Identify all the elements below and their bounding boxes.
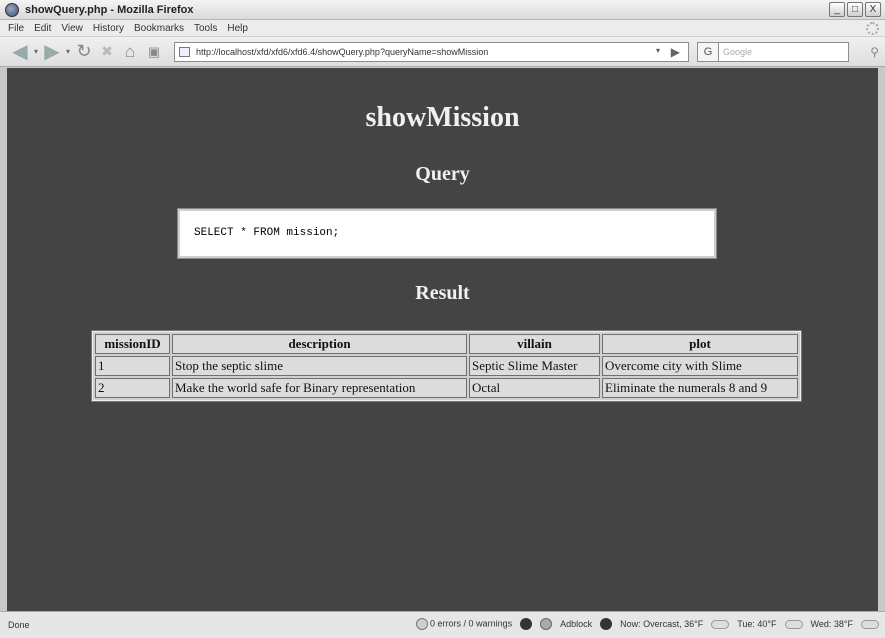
window-title: showQuery.php - Mozilla Firefox bbox=[25, 3, 194, 16]
cloud-icon bbox=[711, 619, 730, 629]
result-heading: Result bbox=[415, 282, 470, 304]
menu-file[interactable]: File bbox=[3, 23, 29, 34]
table-cell: Overcome city with Slime bbox=[602, 356, 798, 376]
forward-arrow-icon[interactable]: ▶ bbox=[40, 41, 64, 63]
table-row: 1 Stop the septic slime Septic Slime Mas… bbox=[95, 356, 798, 376]
menu-history[interactable]: History bbox=[88, 23, 129, 34]
query-heading: Query bbox=[415, 163, 470, 185]
cloud-icon bbox=[784, 619, 803, 629]
weather-status-icon bbox=[600, 618, 613, 630]
check-icon bbox=[415, 618, 428, 630]
firefox-icon bbox=[5, 2, 19, 17]
error-console-status[interactable]: 0 errors / 0 warnings bbox=[415, 618, 513, 630]
table-row: 2 Make the world safe for Binary represe… bbox=[95, 378, 798, 398]
column-header-villain: villain bbox=[469, 334, 600, 354]
menu-edit[interactable]: Edit bbox=[29, 23, 56, 34]
column-header-description: description bbox=[172, 334, 467, 354]
table-cell: Septic Slime Master bbox=[469, 356, 600, 376]
go-arrow-icon[interactable]: ▶ bbox=[671, 45, 680, 59]
table-cell: 2 bbox=[95, 378, 170, 398]
forward-history-dropdown-icon[interactable]: ▾ bbox=[64, 47, 72, 56]
search-engine-selector[interactable]: G bbox=[697, 41, 719, 62]
url-bar[interactable]: http://localhost/xfd/xfd6/xfd6.4/showQue… bbox=[174, 41, 689, 62]
menu-view[interactable]: View bbox=[56, 23, 88, 34]
adblock-label[interactable]: Adblock bbox=[560, 619, 592, 629]
throbber-icon bbox=[866, 22, 879, 35]
table-cell: Octal bbox=[469, 378, 600, 398]
search-magnifier-icon[interactable]: ⚲ bbox=[870, 45, 879, 59]
maximize-button[interactable]: □ bbox=[847, 2, 863, 17]
page-favicon-icon bbox=[179, 46, 190, 57]
back-history-dropdown-icon[interactable]: ▾ bbox=[32, 47, 40, 56]
error-count-text: 0 errors / 0 warnings bbox=[430, 618, 513, 629]
column-header-plot: plot bbox=[602, 334, 798, 354]
new-tab-icon[interactable]: ▣ bbox=[142, 41, 166, 63]
weather-tue[interactable]: Tue: 40°F bbox=[737, 619, 776, 629]
weather-wed[interactable]: Wed: 38°F bbox=[811, 619, 853, 629]
table-cell: Eliminate the numerals 8 and 9 bbox=[602, 378, 798, 398]
query-text: SELECT * FROM mission; bbox=[194, 227, 340, 239]
url-history-dropdown-icon[interactable]: ▾ bbox=[656, 46, 660, 55]
window-controls: _ □ X bbox=[829, 2, 881, 17]
table-cell: Stop the septic slime bbox=[172, 356, 467, 376]
back-arrow-icon[interactable]: ◀ bbox=[8, 41, 32, 63]
close-button[interactable]: X bbox=[865, 2, 881, 17]
column-header-missionid: missionID bbox=[95, 334, 170, 354]
minimize-button[interactable]: _ bbox=[829, 2, 845, 17]
gear-icon[interactable] bbox=[540, 618, 553, 630]
table-cell: Make the world safe for Binary represent… bbox=[172, 378, 467, 398]
cloud-icon bbox=[861, 619, 879, 629]
menu-bar: File Edit View History Bookmarks Tools H… bbox=[0, 20, 885, 37]
status-extensions: 0 errors / 0 warnings Adblock Now: Overc… bbox=[415, 618, 879, 630]
home-icon[interactable]: ⌂ bbox=[118, 41, 142, 63]
menu-help[interactable]: Help bbox=[222, 23, 253, 34]
navigation-toolbar: ◀ ▾ ▶ ▾ ↻ ✖ ⌂ ▣ http://localhost/xfd/xfd… bbox=[0, 37, 885, 67]
window-titlebar: showQuery.php - Mozilla Firefox _ □ X bbox=[0, 0, 885, 20]
weather-now[interactable]: Now: Overcast, 36°F bbox=[620, 619, 703, 629]
page-title: showMission bbox=[365, 102, 520, 133]
query-box: SELECT * FROM mission; bbox=[177, 208, 717, 259]
url-text[interactable]: http://localhost/xfd/xfd6/xfd6.4/showQue… bbox=[196, 47, 488, 57]
result-table: missionID description villain plot 1 Sto… bbox=[91, 330, 802, 402]
extension-icon[interactable] bbox=[520, 618, 533, 630]
stop-icon[interactable]: ✖ bbox=[96, 41, 118, 63]
search-input[interactable]: Google bbox=[719, 41, 849, 62]
table-header-row: missionID description villain plot bbox=[95, 334, 798, 354]
table-cell: 1 bbox=[95, 356, 170, 376]
status-bar: Done 0 errors / 0 warnings Adblock Now: … bbox=[0, 611, 885, 638]
menu-tools[interactable]: Tools bbox=[189, 23, 222, 34]
page-content: showMission Query SELECT * FROM mission;… bbox=[7, 68, 878, 611]
reload-icon[interactable]: ↻ bbox=[72, 41, 96, 63]
status-text: Done bbox=[8, 620, 30, 630]
menu-bookmarks[interactable]: Bookmarks bbox=[129, 23, 189, 34]
